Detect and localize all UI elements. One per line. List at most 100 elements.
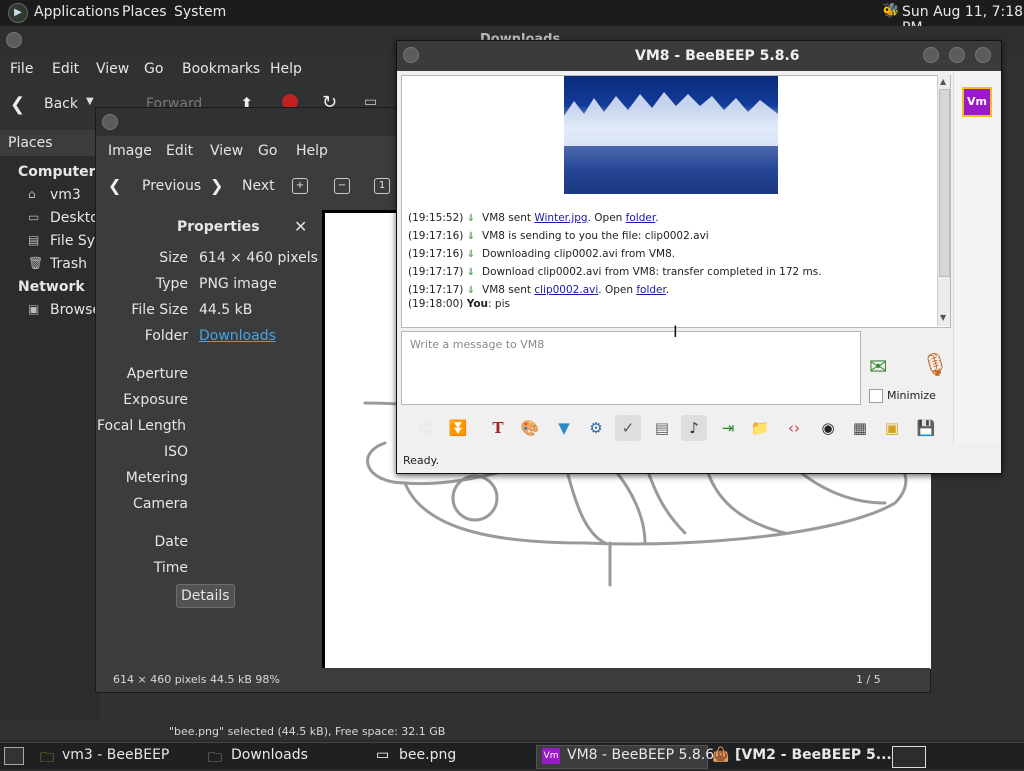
taskbar-item-vm3-beebeep[interactable]: vm3 - BeeBEEP — [62, 747, 169, 767]
color-palette-icon[interactable]: 🎨 — [517, 415, 543, 441]
folder-link[interactable]: Downloads — [199, 328, 276, 344]
workspace-switcher[interactable] — [892, 746, 926, 768]
save-chat-icon[interactable]: ▣ — [879, 415, 905, 441]
image-file-icon: ▭ — [376, 747, 390, 763]
applications-menu[interactable]: Applications — [34, 4, 120, 20]
user-avatar[interactable]: Vm — [962, 87, 992, 117]
zoom-normal-icon[interactable]: 1 — [374, 178, 390, 194]
beebeep-titlebar[interactable]: VM8 - BeeBEEP 5.8.6 — [397, 41, 1001, 71]
minimize-window-icon[interactable] — [923, 47, 939, 63]
image-viewer-statusbar: 614 × 460 pixels 44.5 kB 98% 1 / 5 — [96, 668, 930, 692]
sidebar-item-browse[interactable]: Browse — [50, 302, 101, 318]
bag-icon: 👜 — [712, 747, 730, 763]
taskbar-item-bee-png[interactable]: bee.png — [399, 747, 456, 767]
chat-scrollbar[interactable]: ▲ ▼ — [937, 75, 950, 326]
filter-icon[interactable]: ▼ — [551, 415, 577, 441]
beebeep-chat-window: VM8 - BeeBEEP 5.8.6 (19:15:52) ⇓ VM8 sen… — [396, 40, 1002, 474]
sidebar-item-vm3[interactable]: vm3 — [50, 187, 81, 203]
prop-label-date: Date — [154, 534, 188, 550]
back-dropdown-icon[interactable]: ▼ — [86, 96, 94, 107]
menu-file[interactable]: File — [10, 61, 33, 77]
window-menu-icon[interactable] — [102, 114, 118, 130]
taskbar-item-vm2-beebeep[interactable]: [VM2 - BeeBEEP 5.... — [735, 747, 897, 767]
sidebar-item-trash[interactable]: Trash — [50, 256, 87, 272]
places-menu[interactable]: Places — [122, 4, 167, 20]
menu-image[interactable]: Image — [108, 143, 152, 159]
back-button[interactable]: Back — [44, 96, 78, 112]
open-folder-link[interactable]: folder — [636, 284, 666, 296]
menu-go[interactable]: Go — [144, 61, 163, 77]
back-arrow-icon[interactable]: ❮ — [10, 94, 25, 115]
chat-history[interactable]: (19:15:52) ⇓ VM8 sent Winter.jpg. Open f… — [401, 75, 951, 328]
menu-edit[interactable]: Edit — [52, 61, 79, 77]
next-button[interactable]: Next — [242, 178, 275, 194]
sidebar-heading-network: Network — [18, 279, 85, 295]
clip-file-link[interactable]: clip0002.avi — [534, 284, 598, 296]
winter-image-preview[interactable] — [564, 76, 778, 194]
html-code-icon[interactable]: ‹› — [781, 415, 807, 441]
font-icon[interactable]: T — [485, 415, 511, 441]
send-file-icon[interactable]: ⇥ — [715, 415, 741, 441]
previous-button[interactable]: Previous — [142, 178, 201, 194]
menu-bookmarks[interactable]: Bookmarks — [182, 61, 260, 77]
taskbar-item-vm8-beebeep[interactable]: VM8 - BeeBEEP 5.8.6 — [567, 747, 714, 767]
send-message-icon[interactable]: ✉ — [869, 355, 887, 380]
show-desktop-icon[interactable] — [4, 747, 24, 765]
image-viewer-toolbar: ❮ Previous ❯ Next + − 1 — [96, 166, 396, 208]
video-icon[interactable]: ▦ — [847, 415, 873, 441]
next-arrow-icon[interactable]: ❯ — [210, 176, 223, 195]
menu-edit[interactable]: Edit — [166, 143, 193, 159]
top-panel: ▶ Applications Places System 🐝 Sun Aug 1… — [0, 0, 1024, 36]
emoticon-icon[interactable]: 😊 — [413, 415, 439, 441]
prop-value-size: 614 × 460 pixels — [199, 250, 318, 266]
settings-gear-icon[interactable]: ⚙ — [583, 415, 609, 441]
prop-value-type: PNG image — [199, 276, 277, 292]
microphone-icon[interactable]: 🎙 — [921, 353, 949, 378]
prop-label-folder: Folder — [144, 328, 188, 344]
message-input[interactable]: Write a message to VM8 — [401, 331, 861, 405]
menu-view[interactable]: View — [96, 61, 129, 77]
prop-label-metering: Metering — [125, 470, 188, 486]
menu-help[interactable]: Help — [270, 61, 302, 77]
details-button[interactable]: Details — [176, 584, 235, 608]
winter-file-link[interactable]: Winter.jpg — [534, 212, 587, 224]
menu-view[interactable]: View — [210, 143, 243, 159]
scroll-down-icon[interactable]: ▼ — [940, 313, 946, 322]
open-folder-link[interactable]: folder — [626, 212, 656, 224]
minimize-checkbox[interactable] — [869, 389, 883, 403]
image-viewer-menubar: Image Edit View Go Help — [96, 138, 396, 164]
file-manager-sidebar: Places Computer ⌂ vm3 ▭ Desktop ▤ File S… — [0, 130, 130, 720]
minimize-label: Minimize — [887, 389, 936, 402]
zoom-in-icon[interactable]: + — [292, 178, 308, 194]
home-folder-icon: ⌂ — [28, 187, 36, 201]
send-folder-icon[interactable]: 📁 — [747, 415, 773, 441]
sound-note-icon[interactable]: ♪ — [681, 415, 707, 441]
close-properties-icon[interactable]: ✕ — [294, 217, 307, 236]
menu-help[interactable]: Help — [296, 143, 328, 159]
bee-tray-icon[interactable]: 🐝 — [882, 3, 899, 19]
prop-label-camera: Camera — [133, 496, 188, 512]
prop-label-type: Type — [155, 276, 188, 292]
message-input-placeholder: Write a message to VM8 — [410, 338, 545, 351]
file-manager-statusbar: "bee.png" selected (44.5 kB), Free space… — [155, 720, 1024, 742]
system-menu[interactable]: System — [174, 4, 226, 20]
maximize-window-icon[interactable] — [949, 47, 965, 63]
sidebar-header[interactable]: Places — [0, 130, 100, 156]
scrollbar-thumb[interactable] — [939, 89, 950, 277]
prop-label-exposure: Exposure — [123, 392, 188, 408]
window-menu-icon[interactable] — [6, 32, 22, 48]
close-window-icon[interactable] — [975, 47, 991, 63]
taskbar-item-downloads[interactable]: Downloads — [231, 747, 308, 767]
screenshot-icon[interactable]: ◉ — [815, 415, 841, 441]
floppy-save-icon[interactable]: 💾 — [913, 415, 939, 441]
dictionary-icon[interactable]: ▤ — [649, 415, 675, 441]
download-green-icon[interactable]: ⏬ — [445, 415, 471, 441]
distro-logo-icon[interactable]: ▶ — [8, 3, 28, 23]
spell-check-icon[interactable]: ✓ — [615, 415, 641, 441]
prop-label-size: Size — [159, 250, 188, 266]
previous-arrow-icon[interactable]: ❮ — [108, 176, 121, 195]
zoom-out-icon[interactable]: − — [334, 178, 350, 194]
scroll-up-icon[interactable]: ▲ — [940, 77, 946, 86]
window-menu-icon[interactable] — [403, 47, 419, 63]
menu-go[interactable]: Go — [258, 143, 277, 159]
